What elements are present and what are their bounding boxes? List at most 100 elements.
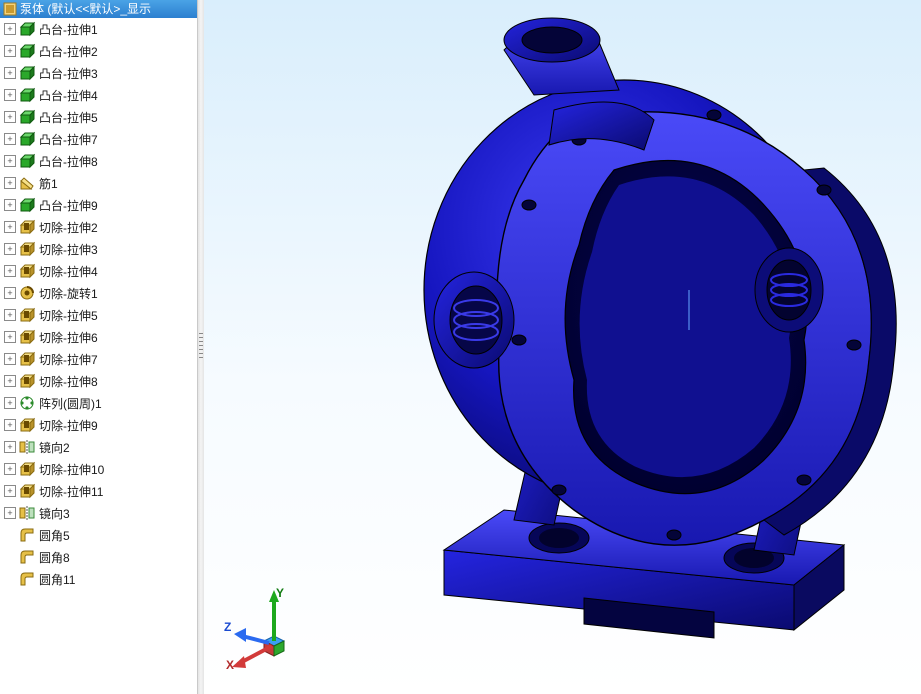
extrude-cut-icon — [19, 417, 35, 433]
extrude-cut-icon — [19, 263, 35, 279]
expand-toggle[interactable]: + — [4, 331, 16, 343]
expand-toggle — [4, 573, 16, 585]
feature-label: 圆角5 — [39, 527, 70, 544]
feature-label: 切除-拉伸5 — [39, 307, 98, 324]
tree-header[interactable]: 泵体 (默认<<默认>_显示 — [0, 0, 197, 18]
feature-label: 切除-拉伸9 — [39, 417, 98, 434]
circular-pattern-icon — [19, 395, 35, 411]
extrude-cut-icon — [19, 219, 35, 235]
feature-item[interactable]: + 切除-拉伸11 — [2, 480, 197, 502]
feature-item[interactable]: +筋1 — [2, 172, 197, 194]
tree-header-title: 泵体 (默认<<默认>_显示 — [20, 2, 151, 16]
feature-item[interactable]: + 凸台-拉伸1 — [2, 18, 197, 40]
extrude-cut-icon — [19, 241, 35, 257]
feature-item[interactable]: +凸台-拉伸5 — [2, 106, 197, 128]
expand-toggle[interactable]: + — [4, 309, 16, 321]
feature-item[interactable]: + 凸台-拉伸9 — [2, 194, 197, 216]
triad-z-label: Z — [224, 620, 231, 634]
feature-label: 切除-拉伸8 — [39, 373, 98, 390]
rib-icon — [19, 175, 35, 191]
feature-item[interactable]: + 切除-拉伸2 — [2, 216, 197, 238]
expand-toggle[interactable]: + — [4, 353, 16, 365]
expand-toggle[interactable]: + — [4, 199, 16, 211]
feature-item[interactable]: + 切除-拉伸5 — [2, 304, 197, 326]
feature-item[interactable]: + 凸台-拉伸3 — [2, 62, 197, 84]
feature-label: 凸台-拉伸9 — [39, 197, 98, 214]
feature-item[interactable]: +凸台-拉伸4 — [2, 84, 197, 106]
feature-item[interactable]: + 切除-拉伸8 — [2, 370, 197, 392]
feature-label: 镜向2 — [39, 439, 70, 456]
expand-toggle[interactable]: + — [4, 221, 16, 233]
extrude-cut-icon — [19, 461, 35, 477]
feature-label: 切除-旋转1 — [39, 285, 98, 302]
feature-item[interactable]: +切除-拉伸4 — [2, 260, 197, 282]
feature-item[interactable]: + 镜向2 — [2, 436, 197, 458]
feature-item[interactable]: + 凸台-拉伸8 — [2, 150, 197, 172]
extrude-boss-icon — [19, 87, 35, 103]
feature-label: 切除-拉伸11 — [39, 483, 103, 500]
extrude-cut-icon — [19, 329, 35, 345]
expand-toggle[interactable]: + — [4, 419, 16, 431]
extrude-boss-icon — [19, 109, 35, 125]
feature-item[interactable]: + 切除-拉伸9 — [2, 414, 197, 436]
feature-label: 切除-拉伸7 — [39, 351, 98, 368]
expand-toggle[interactable]: + — [4, 287, 16, 299]
feature-item[interactable]: +切除-拉伸6 — [2, 326, 197, 348]
expand-toggle — [4, 529, 16, 541]
pump-body-model[interactable] — [284, 0, 921, 690]
feature-item[interactable]: + 切除-旋转1 — [2, 282, 197, 304]
expand-toggle[interactable]: + — [4, 155, 16, 167]
orientation-triad[interactable]: Y X Z — [224, 586, 314, 676]
extrude-cut-icon — [19, 483, 35, 499]
triad-svg — [224, 586, 314, 676]
feature-item[interactable]: + 凸台-拉伸7 — [2, 128, 197, 150]
feature-item[interactable]: 圆角8 — [2, 546, 197, 568]
triad-y-label: Y — [276, 586, 284, 600]
extrude-cut-icon — [19, 351, 35, 367]
expand-toggle[interactable]: + — [4, 507, 16, 519]
expand-toggle[interactable]: + — [4, 23, 16, 35]
feature-label: 凸台-拉伸7 — [39, 131, 98, 148]
triad-x-label: X — [226, 658, 234, 672]
expand-toggle[interactable]: + — [4, 375, 16, 387]
expand-toggle[interactable]: + — [4, 463, 16, 475]
feature-label: 切除-拉伸2 — [39, 219, 98, 236]
expand-toggle[interactable]: + — [4, 177, 16, 189]
feature-item[interactable]: 圆角5 — [2, 524, 197, 546]
feature-label: 切除-拉伸3 — [39, 241, 98, 258]
extrude-boss-icon — [19, 197, 35, 213]
expand-toggle[interactable]: + — [4, 397, 16, 409]
feature-label: 凸台-拉伸1 — [39, 21, 98, 38]
feature-item[interactable]: 圆角11 — [2, 568, 197, 590]
expand-toggle[interactable]: + — [4, 441, 16, 453]
feature-item[interactable]: +镜向3 — [2, 502, 197, 524]
fillet-icon — [19, 527, 35, 543]
feature-label: 凸台-拉伸3 — [39, 65, 98, 82]
feature-tree-list: + 凸台-拉伸1 + 凸台-拉伸2 + 凸台-拉伸3 +凸台-拉伸4+凸台-拉伸5 + 凸台-拉… — [0, 18, 197, 590]
expand-toggle[interactable]: + — [4, 133, 16, 145]
mirror-icon — [19, 439, 35, 455]
extrude-cut-icon — [19, 373, 35, 389]
revolve-cut-icon — [19, 285, 35, 301]
extrude-boss-icon — [19, 21, 35, 37]
expand-toggle[interactable]: + — [4, 265, 16, 277]
feature-label: 凸台-拉伸2 — [39, 43, 98, 60]
extrude-boss-icon — [19, 65, 35, 81]
feature-item[interactable]: + 切除-拉伸3 — [2, 238, 197, 260]
feature-item[interactable]: +切除-拉伸10 — [2, 458, 197, 480]
expand-toggle[interactable]: + — [4, 45, 16, 57]
expand-toggle[interactable]: + — [4, 243, 16, 255]
feature-item[interactable]: + 切除-拉伸7 — [2, 348, 197, 370]
expand-toggle[interactable]: + — [4, 485, 16, 497]
feature-label: 圆角8 — [39, 549, 70, 566]
model-viewport[interactable]: Y X Z — [204, 0, 921, 694]
feature-label: 阵列(圆周)1 — [39, 395, 102, 412]
feature-label: 凸台-拉伸8 — [39, 153, 98, 170]
part-icon — [2, 1, 18, 17]
feature-item[interactable]: + 阵列(圆周)1 — [2, 392, 197, 414]
expand-toggle[interactable]: + — [4, 67, 16, 79]
feature-item[interactable]: + 凸台-拉伸2 — [2, 40, 197, 62]
expand-toggle[interactable]: + — [4, 89, 16, 101]
expand-toggle[interactable]: + — [4, 111, 16, 123]
extrude-boss-icon — [19, 153, 35, 169]
